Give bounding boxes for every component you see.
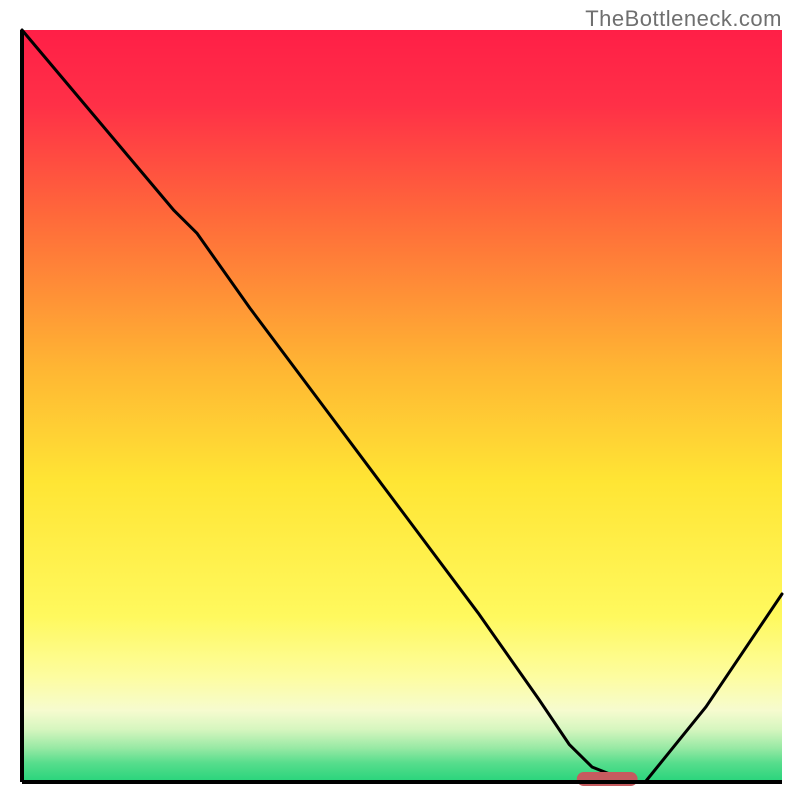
bottleneck-chart	[0, 0, 800, 800]
plot-gradient	[22, 30, 782, 782]
chart-stage: TheBottleneck.com	[0, 0, 800, 800]
